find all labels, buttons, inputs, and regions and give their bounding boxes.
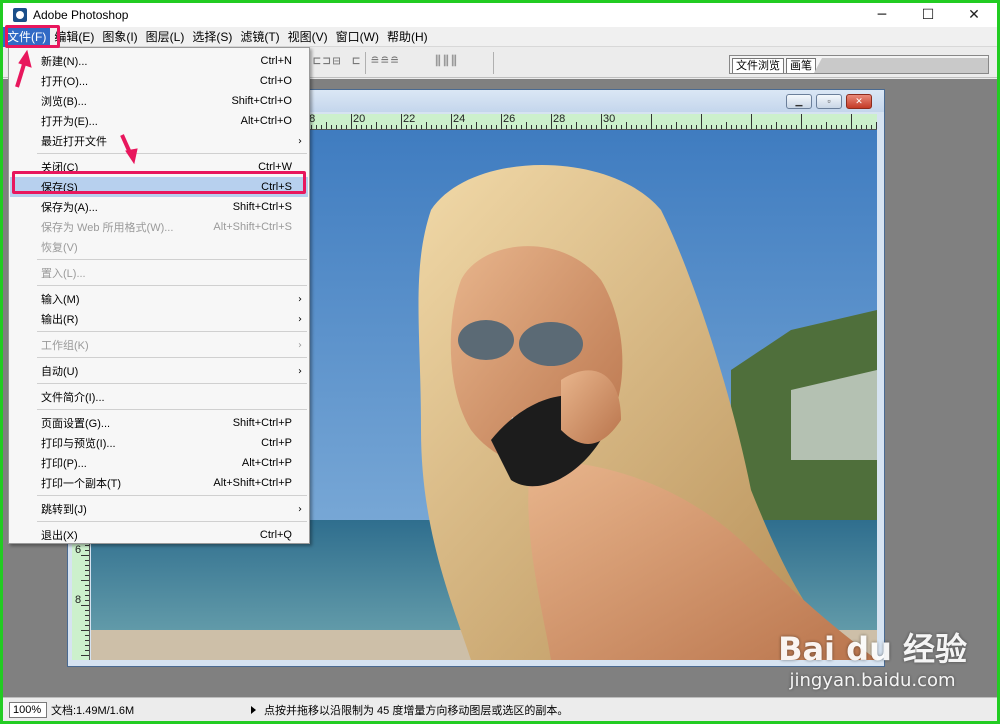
annotation-arrows: [15, 49, 138, 165]
app-window: Adobe Photoshop ─ ☐ ✕ 文件(F) 编辑(E) 图象(I) …: [3, 3, 997, 721]
watermark-logo: Bai du 经验: [778, 630, 967, 668]
baidu-watermark: Bai du 经验 jingyan.baidu.com: [778, 624, 967, 691]
watermark-url: jingyan.baidu.com: [789, 670, 956, 691]
arrow-up-head-icon: [18, 49, 32, 68]
arrow-down-head-icon: [125, 148, 138, 165]
